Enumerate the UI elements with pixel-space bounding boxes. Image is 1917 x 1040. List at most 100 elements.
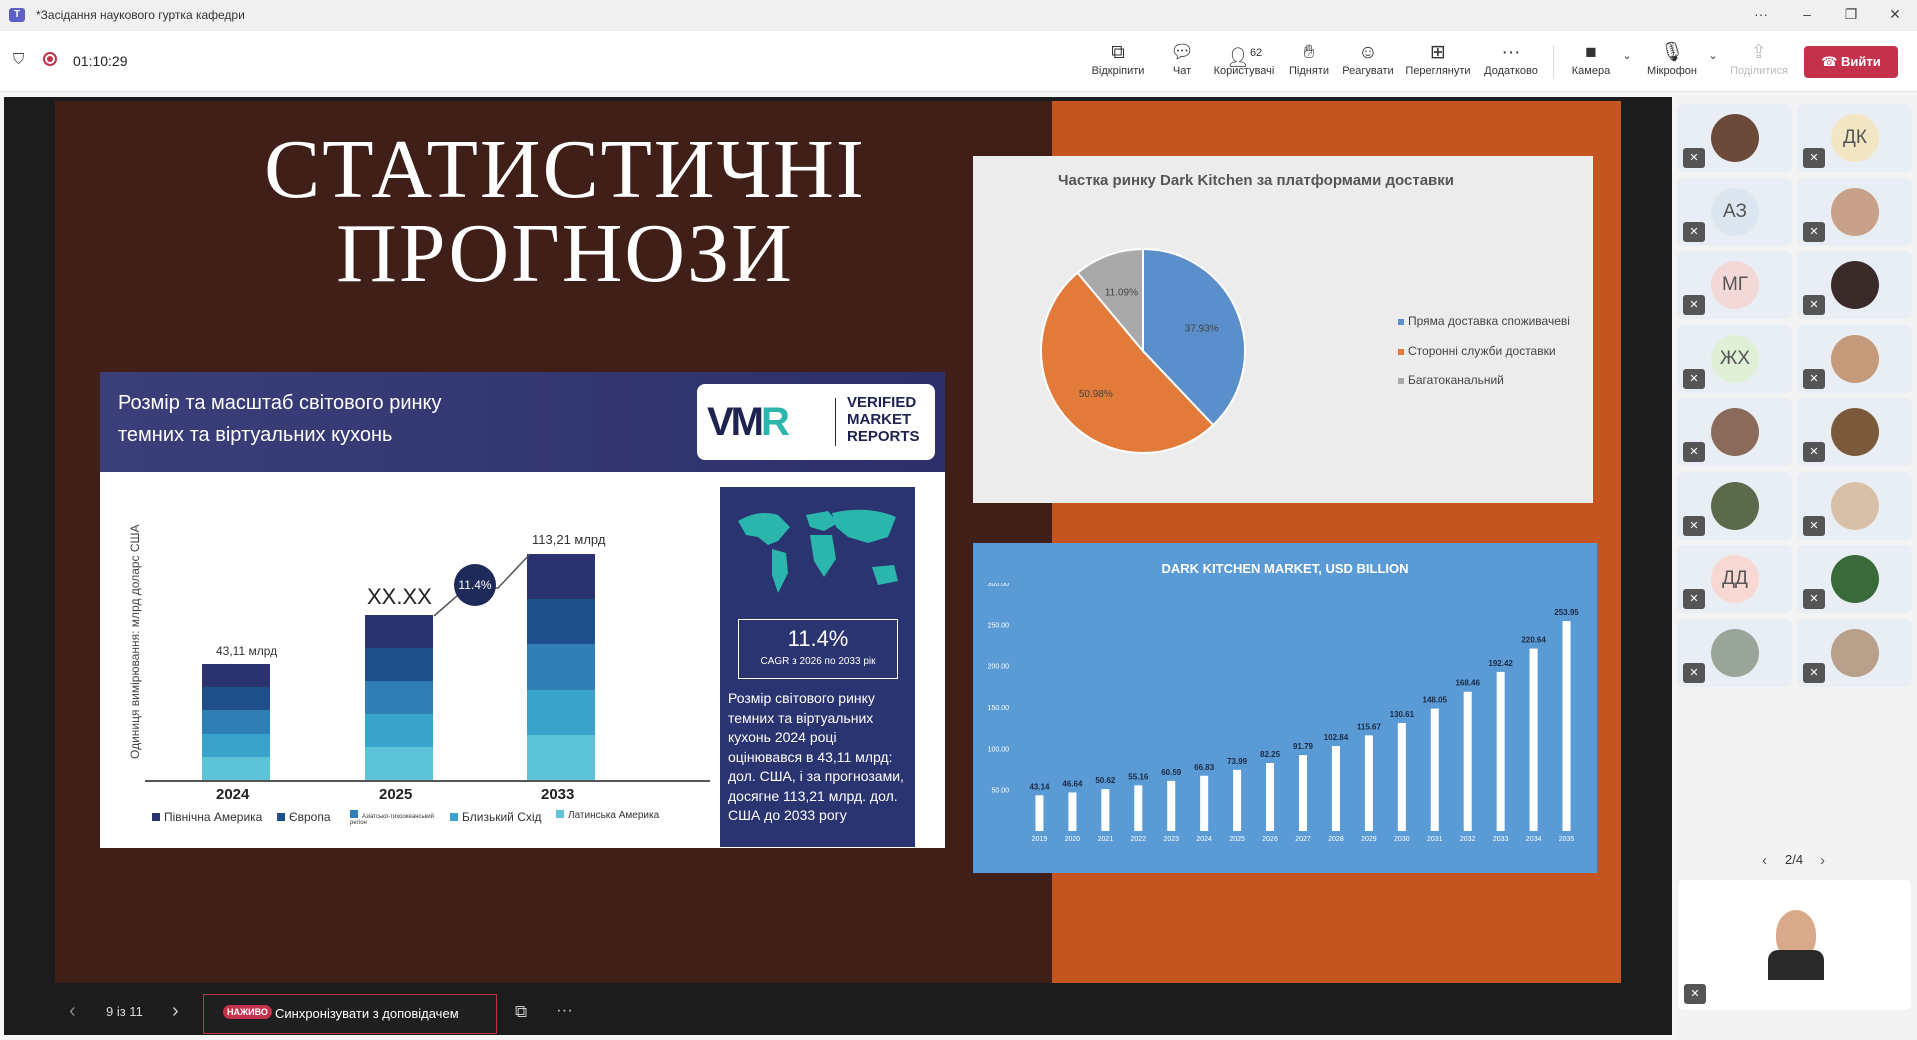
share-button[interactable]: ⇪ Поділитися [1726, 41, 1792, 77]
raise-label: Підняти [1289, 65, 1329, 77]
participant-tile[interactable]: ДК ✕ [1797, 104, 1912, 172]
bar [1101, 789, 1110, 831]
avatar [1711, 114, 1759, 162]
participant-tile[interactable]: ✕ [1797, 545, 1912, 613]
bar-value-label: 192.42 [1488, 659, 1513, 668]
more-button[interactable]: ··· Додатково [1480, 41, 1542, 77]
mic-off-icon: ✕ [1683, 368, 1705, 389]
bar [1266, 763, 1275, 831]
bar [1035, 795, 1044, 831]
pie-chart-title: Частка ринку Dark Kitchen за платформами… [1057, 172, 1455, 189]
legend-item-north-america: Північна Америка [152, 810, 262, 824]
participant-tile[interactable]: ✕ [1797, 618, 1912, 687]
raise-hand-button[interactable]: ✋︎ Підняти [1286, 41, 1332, 77]
avatar [1831, 334, 1879, 383]
bar [1331, 745, 1340, 831]
more-options-icon[interactable]: ··· [556, 1000, 573, 1020]
participant-tile[interactable]: ✕ [1677, 104, 1792, 172]
view-button[interactable]: ⊞ Переглянути [1402, 41, 1474, 77]
infographic-heading: Розмір та масштаб світового ринку темних… [118, 387, 442, 451]
pie-slice-label: 11.09% [1105, 288, 1138, 299]
popout-icon: ⧉ [1111, 42, 1125, 63]
participant-tile[interactable]: ✕ [1677, 398, 1792, 466]
participant-tile[interactable]: ✕ [1797, 177, 1912, 246]
sync-label: Синхронізувати з доповідачем [275, 1006, 459, 1021]
sync-with-presenter-button[interactable]: НАЖИВО Синхронізувати з доповідачем [203, 994, 497, 1034]
restore-button[interactable]: ❐ [1841, 6, 1861, 23]
chat-button[interactable]: 💬︎ Чат [1162, 41, 1202, 77]
camera-label: Камера [1571, 65, 1611, 77]
x-tick-label: 2019 [1032, 836, 1048, 843]
participant-tile[interactable]: ✕ [1677, 618, 1792, 687]
bar [1167, 780, 1176, 831]
x-tick-label: 2023 [1163, 836, 1179, 843]
bar [1397, 723, 1406, 831]
close-button[interactable]: ✕ [1885, 6, 1905, 23]
roster-next-icon[interactable]: › [1820, 852, 1825, 869]
participant-tile[interactable]: ✕ [1797, 398, 1912, 466]
bar-value-label: 60.59 [1161, 768, 1182, 777]
hand-icon: ✋︎ [1303, 42, 1315, 63]
bar [1430, 708, 1439, 831]
share-label: Поділитися [1730, 65, 1788, 77]
year-label-2033: 2033 [541, 786, 575, 803]
mic-options-chevron-icon[interactable]: ⌄ [1706, 49, 1720, 62]
camera-button[interactable]: ■ Камера [1566, 41, 1616, 77]
pie-slice-label: 50.98% [1079, 389, 1113, 400]
x-tick-label: 2027 [1295, 836, 1311, 843]
participant-tile[interactable]: АЗ ✕ [1677, 177, 1792, 246]
legend-label: Латинська Америка [568, 810, 660, 821]
participant-tile[interactable]: ЖХ ✕ [1677, 324, 1792, 393]
bar [1562, 621, 1571, 831]
more-options-icon[interactable]: ··· [1751, 6, 1771, 22]
mic-off-icon: ✕ [1683, 221, 1705, 242]
bar-segment [365, 747, 433, 780]
people-icon: 👤︎62 [1225, 47, 1263, 69]
mic-button[interactable]: 🎙︎ Мікрофон [1640, 41, 1704, 77]
bar [1463, 691, 1472, 831]
participant-tile[interactable]: ДД ✕ [1677, 545, 1792, 613]
bar-2025 [365, 615, 433, 780]
participant-tile[interactable]: ✕ [1797, 471, 1912, 540]
x-tick-label: 2034 [1526, 836, 1542, 843]
bar-segment [527, 734, 595, 780]
shield-icon[interactable]: ⛉ [13, 51, 24, 68]
participant-tile[interactable]: ✕ [1797, 251, 1912, 319]
x-tick-label: 2021 [1098, 836, 1114, 843]
roster-prev-icon[interactable]: ‹ [1762, 852, 1767, 869]
mic-off-icon: ✕ [1683, 148, 1705, 168]
bar-segment [365, 681, 433, 714]
minimize-button[interactable]: – [1797, 6, 1817, 22]
participant-tile[interactable]: ✕ [1797, 324, 1912, 393]
bar-segment [365, 714, 433, 747]
presenter-view-icon[interactable]: ⧉ [515, 1002, 527, 1022]
leave-button[interactable]: ☎ Вийти [1804, 46, 1898, 78]
grid-icon: ⊞ [1430, 42, 1446, 63]
world-map-icon [738, 509, 898, 593]
camera-options-chevron-icon[interactable]: ⌄ [1620, 49, 1634, 62]
bar-segment [202, 687, 270, 711]
avatar [1831, 555, 1879, 603]
pie-legend-label: Сторонні служби доставки [1408, 344, 1556, 358]
vmr-wordmark: VERIFIED MARKET REPORTS [847, 394, 920, 445]
people-count: 62 [1249, 47, 1263, 59]
pie-legend-item-direct: Пряма доставка споживачеві [1398, 314, 1570, 328]
self-video-tile[interactable]: ✕ [1678, 880, 1911, 1010]
bar [1068, 792, 1077, 831]
bar-segment [527, 644, 595, 690]
next-slide-icon[interactable]: › [172, 1000, 179, 1023]
people-button[interactable]: 👤︎62 Користувачі [1210, 41, 1278, 77]
participant-tile[interactable]: МГ ✕ [1677, 251, 1792, 319]
bar-value-label: 148.05 [1423, 696, 1448, 705]
react-button[interactable]: ☺ Реагувати [1340, 41, 1396, 77]
popout-button[interactable]: ⧉ Відкріпити [1088, 41, 1148, 77]
bar-value-label: 130.61 [1390, 710, 1415, 719]
x-tick-label: 2032 [1460, 836, 1476, 843]
participant-tile[interactable]: ✕ [1677, 471, 1792, 540]
title-bar: T *Засідання наукового гуртка кафедри ··… [0, 0, 1917, 31]
x-tick-label: 2026 [1262, 836, 1278, 843]
bar-label-2024: 43,11 млрд [216, 644, 278, 658]
previous-slide-icon[interactable]: ‹ [69, 1000, 76, 1023]
summary-panel: 11.4% CAGR з 2026 по 2033 рік Розмір сві… [720, 487, 915, 847]
market-size-infographic: Розмір та масштаб світового ринку темних… [100, 372, 945, 848]
